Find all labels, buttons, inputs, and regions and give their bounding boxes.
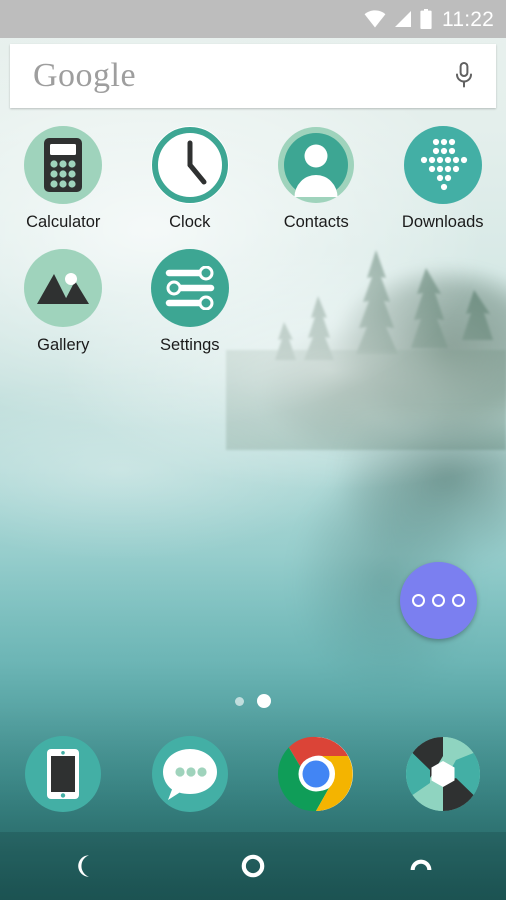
home-ring-icon [241,854,265,878]
overflow-menu-icon [452,594,465,607]
app-grid: Calculator Clock Contacts Downloads Gall… [0,126,506,371]
cellular-signal-icon [395,11,411,27]
google-logo: Google [33,57,137,94]
nav-recents-button[interactable] [337,851,506,881]
dock-icon-camera[interactable] [380,736,506,812]
nav-back-button[interactable] [0,851,169,881]
overflow-menu-icon [432,594,445,607]
page-dot-1[interactable] [235,696,244,706]
status-bar-clock: 11:22 [442,7,494,31]
app-icon-contacts[interactable]: Contacts [253,126,380,231]
navigation-bar [0,832,506,900]
chrome-icon [278,736,354,812]
overflow-menu-fab[interactable] [400,562,477,639]
app-icon-gallery[interactable]: Gallery [0,248,127,354]
gallery-icon [24,248,103,327]
app-label: Gallery [37,335,90,354]
dock [0,730,506,818]
nav-home-button[interactable] [169,851,338,881]
page-dot-2-active[interactable] [257,694,271,708]
recents-arc-icon [411,859,432,870]
app-icon-settings[interactable]: Settings [127,248,254,354]
settings-icon [150,248,229,327]
clock-icon [150,126,229,204]
back-crescent-icon [78,855,90,877]
android-home-screen: 11:22 Google Calculator Clock Contacts D… [0,0,506,900]
dock-icon-messaging[interactable] [127,736,254,812]
contacts-icon [277,126,355,204]
calculator-icon [24,126,103,204]
messaging-icon [151,736,228,812]
app-label: Calculator [26,213,101,231]
app-icon-calculator[interactable]: Calculator [0,126,127,231]
downloads-icon [403,126,482,204]
voice-search-button[interactable] [454,61,474,91]
app-label: Contacts [283,213,349,231]
phone-icon [25,736,102,812]
app-icon-downloads[interactable]: Downloads [380,126,506,231]
dock-icon-chrome[interactable] [253,736,380,812]
page-indicator[interactable] [0,694,506,708]
app-icon-clock[interactable]: Clock [127,126,254,231]
dock-icon-phone[interactable] [0,736,127,812]
status-bar[interactable]: 11:22 [0,0,506,38]
google-search-bar[interactable]: Google [10,44,496,108]
microphone-icon [456,62,472,88]
overflow-menu-icon [412,594,425,607]
app-label: Clock [169,213,211,231]
camera-icon [405,736,481,812]
wifi-icon [364,10,386,28]
battery-full-icon [420,9,432,29]
app-label: Downloads [401,213,484,231]
app-label: Settings [159,335,220,354]
